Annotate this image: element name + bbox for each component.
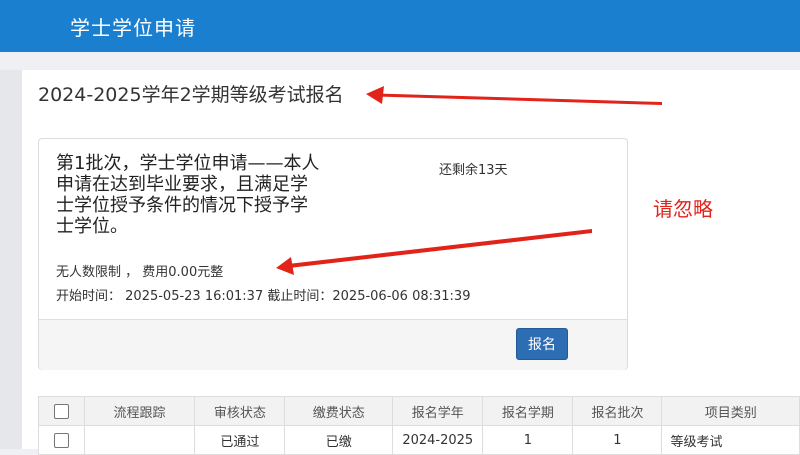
cell-category: 等级考试 [661,425,800,455]
col-header: 缴费状态 [284,396,394,426]
col-header: 报名学期 [482,396,574,426]
arrow-to-title [366,86,662,105]
select-all-cell [38,396,85,426]
table-row[interactable]: 已通过 已缴 2024-2025 1 1 等级考试 [38,425,800,455]
row-checkbox[interactable] [53,432,69,448]
col-header: 报名学年 [392,396,484,426]
col-header: 报名批次 [572,396,663,426]
registration-table: 流程跟踪 审核状态 缴费状态 报名学年 报名学期 报名批次 项目类别 已通过 已… [38,396,800,455]
arrow-to-fee [276,229,592,275]
cell-term: 1 [482,425,574,455]
arrow-head [366,86,384,104]
col-header: 项目类别 [661,396,800,426]
col-header: 流程跟踪 [83,396,196,426]
cell-batch: 1 [572,425,663,455]
table-header-row: 流程跟踪 审核状态 缴费状态 报名学年 报名学期 报名批次 项目类别 [38,396,800,426]
cell-review-status: 已通过 [194,425,286,455]
row-select-cell [38,425,85,455]
cell-year: 2024-2025 [392,425,484,455]
cell-process[interactable] [83,425,196,455]
select-all-checkbox[interactable] [53,403,69,419]
cell-payment-status: 已缴 [284,425,394,455]
col-header: 审核状态 [194,396,286,426]
annotation-arrows [276,86,662,275]
arrow-head [276,257,294,275]
arrow-shaft [288,229,592,268]
arrow-shaft [378,93,662,105]
